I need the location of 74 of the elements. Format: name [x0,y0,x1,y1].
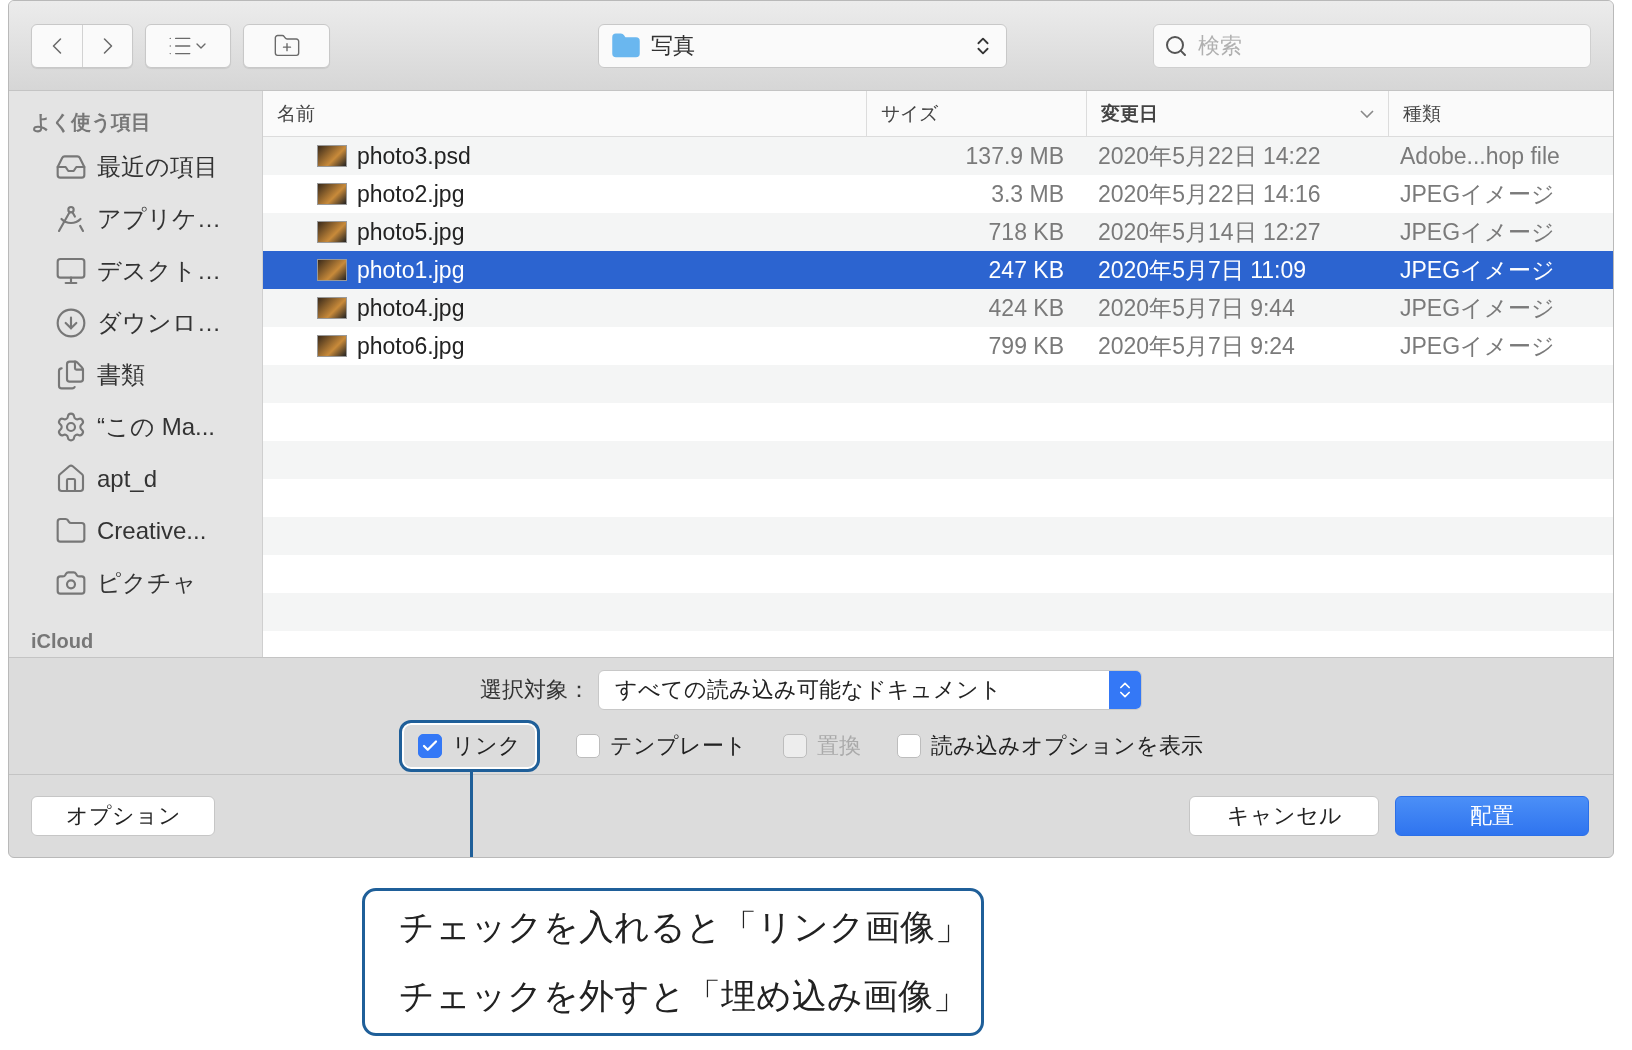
sidebar-item[interactable]: apt_d [97,465,158,493]
location-popup[interactable]: 写真 [597,23,1007,68]
file-date: 2020年5月7日 11:09 [1097,255,1307,285]
file-row[interactable]: photo1.jpg 247 KB 2020年5月7日 11:09 JPEGイメージ [263,251,1613,289]
documents-icon [55,359,87,391]
filter-select[interactable]: すべての読み込み可能なドキュメント [598,670,1142,710]
new-folder-button[interactable] [243,23,330,68]
file-size: 799 KB [987,332,1065,360]
sidebar-item[interactable]: ダウンロ… [97,307,221,339]
file-kind: JPEGイメージ [1399,255,1557,285]
house-icon [55,463,87,495]
file-kind: JPEGイメージ [1399,293,1557,323]
place-button[interactable]: 配置 [1395,796,1589,836]
file-name: photo3.psd [357,142,471,170]
file-kind: JPEGイメージ [1399,331,1557,361]
file-name: photo2.jpg [357,180,465,208]
sidebar-item[interactable]: “この Ma... [97,411,215,443]
sidebar-section-title: よく使う項目 [31,109,151,135]
column-header[interactable]: 名前 [277,100,315,127]
file-kind: Adobe...hop file [1399,142,1561,170]
file-name: photo6.jpg [357,332,465,360]
photo-thumbnail [317,183,347,205]
column-header[interactable]: サイズ [881,100,938,127]
download-icon [55,307,87,339]
file-name: photo5.jpg [357,218,465,246]
sidebar-item[interactable]: デスクト… [97,255,221,287]
file-date: 2020年5月22日 14:22 [1097,141,1322,171]
file-size: 247 KB [987,256,1065,284]
column-header[interactable]: 変更日 [1101,100,1158,127]
checkbox-label: テンプレート [610,732,747,760]
column-header[interactable]: 種類 [1403,100,1441,127]
sidebar-item[interactable]: Creative... [97,517,207,545]
checkbox[interactable] [418,734,442,758]
checkbox[interactable] [897,734,921,758]
file-date: 2020年5月7日 9:44 [1097,293,1296,323]
file-date: 2020年5月22日 14:16 [1097,179,1322,209]
file-row[interactable]: photo5.jpg 718 KB 2020年5月14日 12:27 JPEGイメージ [263,213,1613,251]
file-name: photo4.jpg [357,294,465,322]
file-row[interactable]: photo3.psd 137.9 MB 2020年5月22日 14:22 Adobe...hop file [263,137,1613,175]
file-size: 3.3 MB [990,180,1065,208]
file-size: 424 KB [987,294,1065,322]
callout-text: チェックを入れると「リンク画像」 [399,906,971,948]
file-kind: JPEGイメージ [1399,217,1557,247]
file-date: 2020年5月14日 12:27 [1097,217,1322,247]
checkbox[interactable] [576,734,600,758]
photo-thumbnail [317,297,347,319]
photo-thumbnail [317,335,347,357]
monitor-icon [55,255,87,287]
filter-label: 選択対象： [480,676,590,704]
photo-thumbnail [317,145,347,167]
callout-text: チェックを外すと「埋め込み画像」 [399,975,969,1017]
file-kind: JPEGイメージ [1399,179,1557,209]
gear-icon [55,411,87,443]
options-button[interactable]: オプション [31,796,215,836]
view-menu-button[interactable] [145,23,232,68]
checkbox-label: リンク [452,732,521,760]
sidebar-section-title: iCloud [31,630,94,653]
search-icon [1164,33,1188,58]
file-size: 137.9 MB [964,142,1065,170]
sidebar-item[interactable]: 最近の項目 [97,151,218,183]
sidebar-item[interactable]: 書類 [97,359,145,391]
file-size: 718 KB [987,218,1065,246]
file-date: 2020年5月7日 9:24 [1097,331,1296,361]
file-name: photo1.jpg [357,256,465,284]
checkbox-label: 読み込みオプションを表示 [931,732,1203,760]
photo-thumbnail [317,221,347,243]
sidebar-item[interactable]: ピクチャ [97,567,197,599]
file-row[interactable]: photo4.jpg 424 KB 2020年5月7日 9:44 JPEGイメージ [263,289,1613,327]
compass-icon [55,203,87,235]
search-field[interactable]: 検索 [1153,23,1591,68]
search-input[interactable]: 検索 [1196,31,1580,60]
photo-thumbnail [317,259,347,281]
cancel-button[interactable]: キャンセル [1189,796,1379,836]
sidebar-item[interactable]: アプリケ… [97,203,221,235]
